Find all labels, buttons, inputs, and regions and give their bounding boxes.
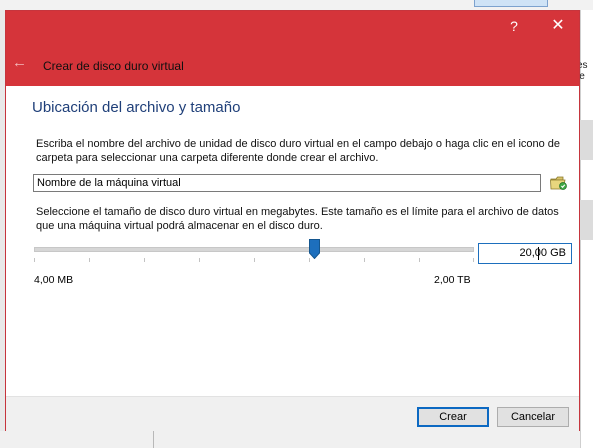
- slider-max-label: 2,00 TB: [434, 274, 471, 286]
- back-arrow-icon[interactable]: ←: [12, 54, 30, 72]
- slider-tick: [34, 258, 35, 262]
- background-panel-block: [580, 200, 593, 240]
- background-details-button: [474, 0, 548, 7]
- create-button[interactable]: Crear: [417, 407, 489, 427]
- size-instructions: Seleccione el tamaño de disco duro virtu…: [36, 206, 559, 232]
- wizard-title: Crear de disco duro virtual: [43, 59, 184, 73]
- section-title: Ubicación del archivo y tamaño: [32, 99, 241, 116]
- background-app-statusbar: [0, 431, 580, 448]
- slider-tick: [199, 258, 200, 262]
- create-virtual-disk-dialog: ? ✕ ← Crear de disco duro virtual Ubicac…: [5, 10, 580, 431]
- slider-tick: [419, 258, 420, 262]
- slider-tick: [364, 258, 365, 262]
- close-button[interactable]: ✕: [544, 15, 572, 37]
- disk-size-input[interactable]: 20,00 GB: [478, 243, 572, 264]
- slider-tick: [144, 258, 145, 262]
- folder-icon[interactable]: [549, 174, 569, 192]
- file-location-input[interactable]: Nombre de la máquina virtual: [33, 174, 541, 192]
- cancel-button[interactable]: Cancelar: [497, 407, 569, 427]
- size-slider-track[interactable]: [34, 247, 474, 252]
- size-slider-thumb[interactable]: [308, 239, 320, 260]
- location-instructions: Escriba el nombre del archivo de unidad …: [36, 138, 561, 164]
- slider-tick: [89, 258, 90, 262]
- slider-tick: [473, 258, 474, 262]
- wizard-content: Ubicación del archivo y tamaño Escriba e…: [6, 86, 579, 396]
- help-button[interactable]: ?: [500, 15, 528, 37]
- text-caret: [538, 247, 539, 260]
- slider-tick: [254, 258, 255, 262]
- background-divider: [153, 431, 154, 448]
- background-panel-block: [580, 120, 593, 160]
- slider-min-label: 4,00 MB: [34, 274, 74, 286]
- dialog-footer: Crear Cancelar: [6, 396, 579, 431]
- dialog-header: ? ✕ ← Crear de disco duro virtual: [6, 11, 579, 86]
